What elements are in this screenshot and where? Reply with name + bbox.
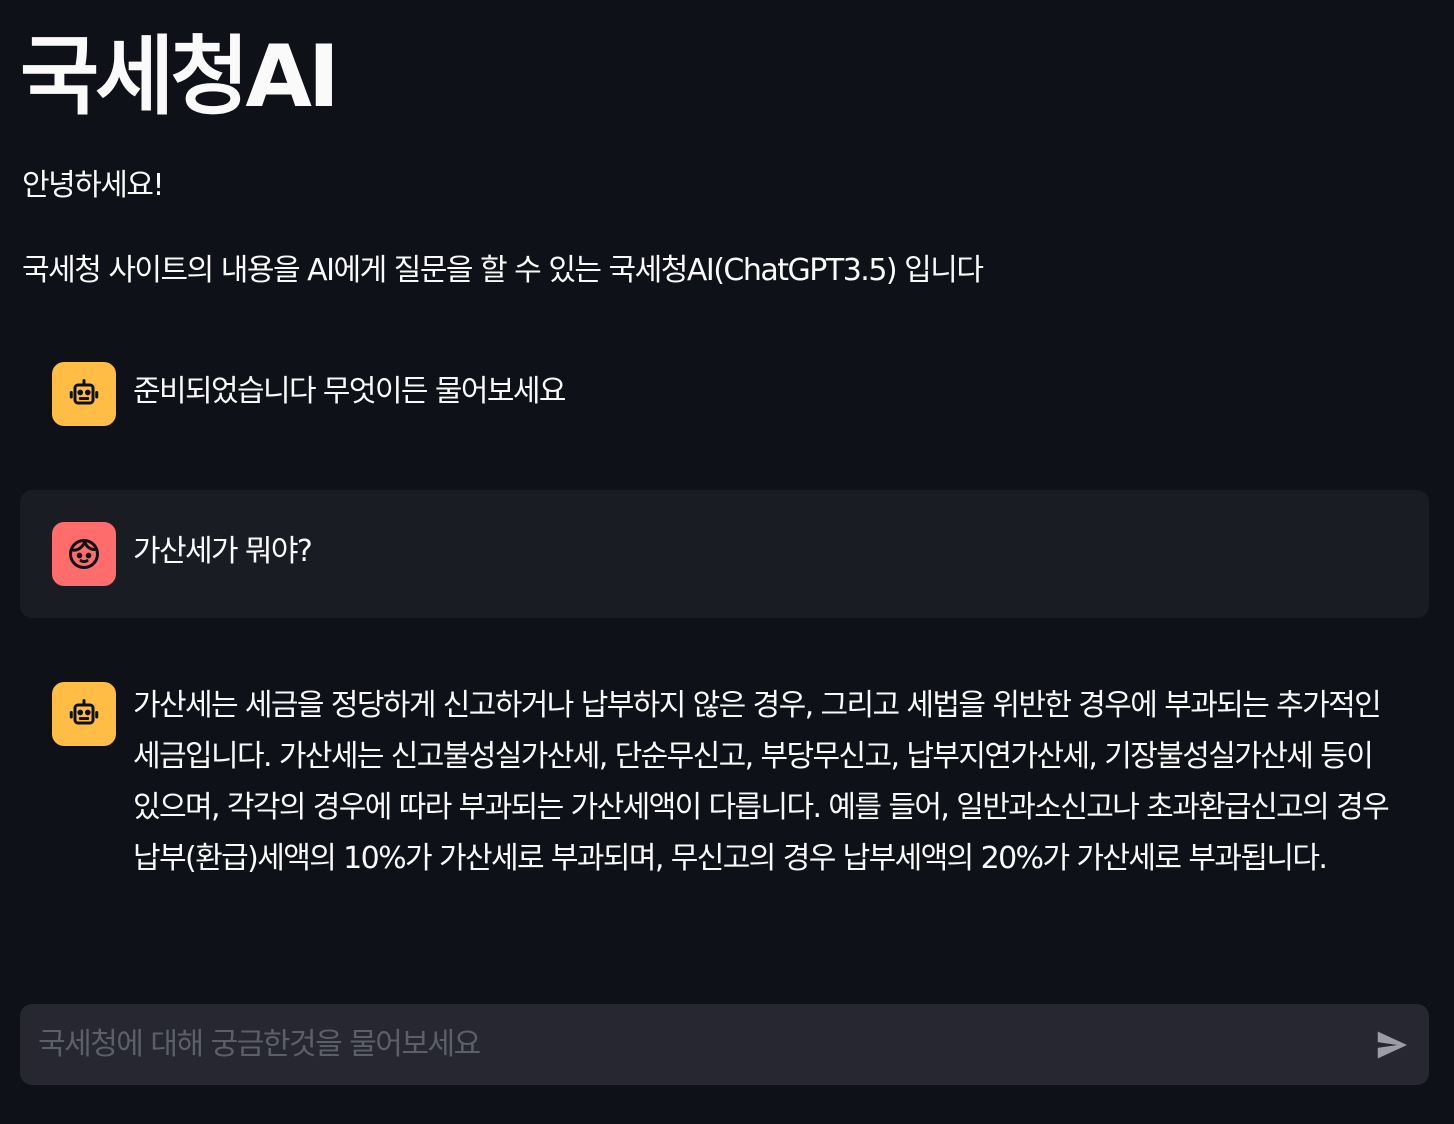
chat-message-assistant: 가산세는 세금을 정당하게 신고하거나 납부하지 않은 경우, 그리고 세법을 … bbox=[20, 672, 1429, 942]
send-icon bbox=[1373, 1026, 1411, 1064]
chat-message-user: 가산세가 뭐야? bbox=[20, 490, 1429, 618]
chat-app: 국세청AI 안녕하세요! 국세청 사이트의 내용을 AI에게 질문을 할 수 있… bbox=[0, 0, 1454, 1124]
chat-input-container bbox=[20, 1004, 1429, 1085]
send-button[interactable] bbox=[1371, 1024, 1413, 1066]
chat-message-assistant: 준비되었습니다 무엇이든 물어보세요 bbox=[20, 352, 1429, 444]
user-face-icon bbox=[52, 522, 116, 586]
robot-face-icon bbox=[52, 362, 116, 426]
robot-face-icon bbox=[52, 682, 116, 746]
greeting-text: 안녕하세요! bbox=[22, 168, 165, 203]
message-text: 가산세는 세금을 정당하게 신고하거나 납부하지 않은 경우, 그리고 세법을 … bbox=[133, 688, 1390, 876]
message-text: 가산세가 뭐야? bbox=[133, 534, 313, 569]
page-title: 국세청AI bbox=[20, 27, 340, 127]
message-text: 준비되었습니다 무엇이든 물어보세요 bbox=[133, 374, 566, 409]
chat-input[interactable] bbox=[20, 1004, 1340, 1085]
description-text: 국세청 사이트의 내용을 AI에게 질문을 할 수 있는 국세청AI(ChatG… bbox=[22, 253, 984, 288]
